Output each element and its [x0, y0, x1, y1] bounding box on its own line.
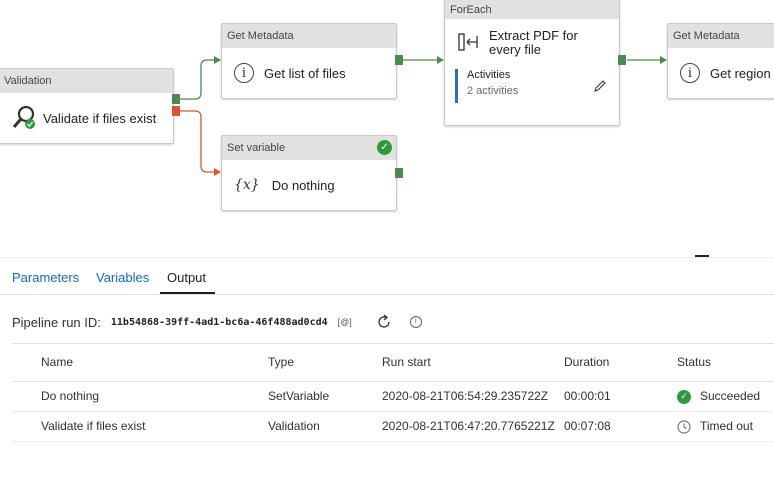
column-header-name[interactable]: Name	[41, 344, 73, 381]
column-header-duration[interactable]: Duration	[564, 344, 609, 381]
info-icon: i	[680, 63, 700, 83]
pencil-icon[interactable]	[593, 79, 607, 93]
activity-name: Do nothing	[271, 177, 335, 193]
activity-name: Get list of files	[264, 65, 346, 81]
failure-port[interactable]	[172, 106, 180, 116]
column-header-run-start[interactable]: Run start	[382, 344, 431, 381]
activity-get-metadata-files[interactable]: Get Metadata i Get list of files	[221, 23, 397, 99]
tab-bar: Parameters Variables Output	[0, 262, 774, 295]
tab-parameters[interactable]: Parameters	[12, 270, 79, 285]
run-id-value: 11b54868-39ff-4ad1-bc6a-46f488ad0cd4	[110, 316, 328, 328]
activity-type-label: Set variable ✓	[222, 136, 396, 160]
cell-run-start: 2020-08-21T06:47:20.7765221Z	[382, 419, 555, 433]
activity-runs-table: Name Type Run start Duration Status Do n…	[12, 343, 774, 442]
cell-duration: 00:00:01	[564, 389, 611, 403]
activity-validation[interactable]: Validation Validate if files exist	[0, 68, 174, 144]
activity-type-label: Validation	[0, 69, 173, 93]
tab-variables[interactable]: Variables	[96, 270, 149, 285]
success-port[interactable]	[395, 168, 403, 178]
status-text: Succeeded	[700, 389, 761, 403]
check-circle-icon: ✓	[677, 389, 691, 404]
table-row[interactable]: Validate if files exist Validation 2020-…	[12, 412, 774, 442]
cell-status: Timed out	[677, 412, 753, 441]
pipeline-canvas[interactable]: Validation Validate if files exist Get M…	[0, 0, 774, 258]
clock-icon	[677, 419, 691, 434]
table-row[interactable]: Do nothing SetVariable 2020-08-21T06:54:…	[12, 382, 774, 412]
activity-get-metadata-region[interactable]: Get Metadata i Get region	[667, 23, 774, 99]
info-icon: i	[234, 63, 254, 83]
refresh-icon[interactable]	[376, 314, 392, 330]
status-text: Timed out	[700, 419, 753, 433]
activity-name: Extract PDF for every file	[489, 28, 578, 57]
success-port[interactable]	[395, 55, 403, 65]
cell-type: SetVariable	[268, 389, 330, 403]
cell-run-start: 2020-08-21T06:54:29.235722Z	[382, 389, 549, 403]
copy-icon[interactable]: [@]	[338, 317, 352, 327]
activity-type-text: Set variable	[227, 142, 286, 154]
column-header-type[interactable]: Type	[268, 344, 294, 381]
foreach-icon	[458, 33, 478, 51]
activity-set-variable[interactable]: Set variable ✓ {x} Do nothing	[221, 135, 397, 211]
cell-name: Validate if files exist	[41, 419, 146, 433]
success-port[interactable]	[172, 94, 180, 104]
success-port[interactable]	[618, 55, 626, 65]
info-icon[interactable]: i	[409, 316, 422, 328]
canvas-divider	[0, 257, 774, 258]
activity-type-label: Get Metadata	[668, 24, 774, 48]
cell-duration: 00:07:08	[564, 419, 611, 433]
activity-name: Validate if files exist	[43, 110, 157, 126]
table-header: Name Type Run start Duration Status	[12, 344, 774, 382]
run-id-label: Pipeline run ID:	[12, 314, 101, 330]
pipeline-run-id: Pipeline run ID: 11b54868-39ff-4ad1-bc6a…	[12, 314, 422, 330]
activity-foreach[interactable]: ForEach Extract PDF for every file Activ…	[444, 0, 620, 126]
inner-activities-panel[interactable]: Activities 2 activities	[455, 69, 617, 103]
column-header-status[interactable]: Status	[677, 344, 711, 381]
activity-type-label: Get Metadata	[222, 24, 396, 48]
panel-resize-handle[interactable]	[695, 255, 709, 257]
check-circle-icon: ✓	[377, 140, 392, 155]
search-check-icon	[12, 105, 35, 129]
activity-name: Get region	[710, 65, 771, 81]
active-tab-indicator	[160, 292, 215, 294]
variable-icon: {x}	[234, 177, 260, 193]
activity-type-label: ForEach	[445, 0, 619, 19]
cell-status: ✓ Succeeded	[677, 382, 760, 411]
cell-name: Do nothing	[41, 389, 100, 403]
tab-output[interactable]: Output	[167, 270, 206, 285]
cell-type: Validation	[268, 419, 320, 433]
